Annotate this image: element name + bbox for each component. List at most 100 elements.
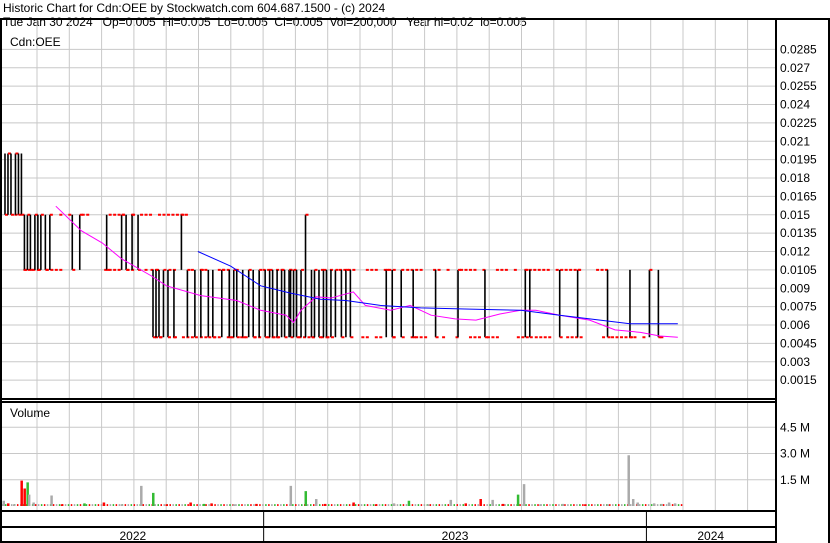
volume-bar <box>663 504 665 506</box>
close-tick <box>158 214 161 216</box>
volume-bar <box>175 504 177 506</box>
close-tick <box>145 269 148 271</box>
volume-bar <box>603 504 605 506</box>
close-tick <box>181 214 184 216</box>
volume-bar <box>352 503 355 507</box>
close-tick <box>132 214 135 216</box>
volume-bar <box>128 504 130 506</box>
close-tick <box>346 269 349 271</box>
volume-bar <box>235 504 237 506</box>
close-tick <box>624 336 627 338</box>
volume-bar <box>334 504 336 506</box>
volume-bar <box>594 504 596 506</box>
volume-bar <box>552 504 554 506</box>
close-tick <box>458 269 461 271</box>
close-tick <box>68 214 71 216</box>
volume-bar <box>412 504 414 506</box>
volume-bar <box>152 493 155 506</box>
price-tick-label: 0.021 <box>780 134 810 148</box>
volume-bar <box>165 504 168 506</box>
volume-bar <box>280 504 282 506</box>
close-tick <box>185 214 188 216</box>
volume-bar <box>424 504 426 506</box>
volume-bar <box>491 500 494 506</box>
volume-bar <box>210 503 213 506</box>
volume-bar <box>391 504 393 506</box>
close-tick <box>118 269 121 271</box>
close-tick <box>393 269 396 271</box>
close-tick <box>535 336 538 338</box>
volume-bar <box>80 504 82 506</box>
volume-bar <box>460 504 462 506</box>
close-tick <box>478 336 481 338</box>
close-tick <box>565 269 568 271</box>
volume-bar <box>678 504 680 506</box>
close-tick <box>538 269 541 271</box>
close-tick <box>500 269 503 271</box>
price-tick-label: 0.0225 <box>780 116 817 130</box>
volume-bar <box>86 504 88 506</box>
close-tick <box>314 269 317 271</box>
close-tick <box>243 336 246 338</box>
volume-bar <box>621 504 623 506</box>
close-tick <box>149 214 152 216</box>
volume-bar <box>196 504 198 506</box>
volume-bar <box>546 504 548 506</box>
volume-bar <box>549 504 551 506</box>
volume-bar <box>11 504 13 506</box>
volume-bar <box>555 504 557 506</box>
volume-bar <box>567 504 569 506</box>
volume-bar <box>442 504 444 506</box>
volume-bar <box>149 504 151 506</box>
volume-bar <box>367 504 369 506</box>
volume-tick-label: 1.5 M <box>780 473 810 487</box>
volume-bar <box>125 504 127 506</box>
close-tick <box>249 269 252 271</box>
close-tick <box>366 336 369 338</box>
volume-bar <box>61 504 64 506</box>
volume-bar <box>146 504 148 506</box>
volume-bar <box>290 486 293 506</box>
volume-bar <box>573 504 575 506</box>
price-tick-label: 0.024 <box>780 98 810 112</box>
volume-bar <box>47 504 49 506</box>
volume-bar <box>134 504 136 506</box>
volume-bar <box>286 504 288 506</box>
volume-bar <box>274 504 276 506</box>
close-tick <box>469 336 472 338</box>
volume-tick-label: 4.5 M <box>780 420 810 434</box>
close-tick <box>580 336 583 338</box>
year-label: 2024 <box>697 529 724 543</box>
close-tick <box>191 269 194 271</box>
close-tick <box>361 336 364 338</box>
close-tick <box>392 336 395 338</box>
close-tick <box>569 269 572 271</box>
volume-bar <box>298 504 300 506</box>
volume-bar <box>277 504 279 506</box>
volume-bar <box>639 504 641 506</box>
volume-bar <box>137 504 139 506</box>
volume-bar <box>498 504 500 506</box>
volume-bar <box>632 499 635 506</box>
close-tick <box>438 269 441 271</box>
volume-bar <box>430 504 432 506</box>
volume-bar <box>255 504 258 506</box>
close-tick <box>415 269 418 271</box>
volume-bar <box>400 504 402 506</box>
close-tick <box>204 269 207 271</box>
volume-bar <box>471 504 473 506</box>
close-tick <box>649 269 652 271</box>
price-tick-label: 0.027 <box>780 61 810 75</box>
volume-bar <box>56 504 58 506</box>
close-tick <box>601 269 604 271</box>
close-tick <box>566 336 569 338</box>
close-tick <box>218 336 221 338</box>
volume-bar <box>23 489 26 507</box>
volume-bar <box>588 504 590 506</box>
close-tick <box>465 269 468 271</box>
price-tick-label: 0.018 <box>780 171 810 185</box>
close-tick <box>526 336 529 338</box>
volume-bar <box>674 503 677 506</box>
volume-bar <box>450 500 453 506</box>
close-tick <box>496 269 499 271</box>
